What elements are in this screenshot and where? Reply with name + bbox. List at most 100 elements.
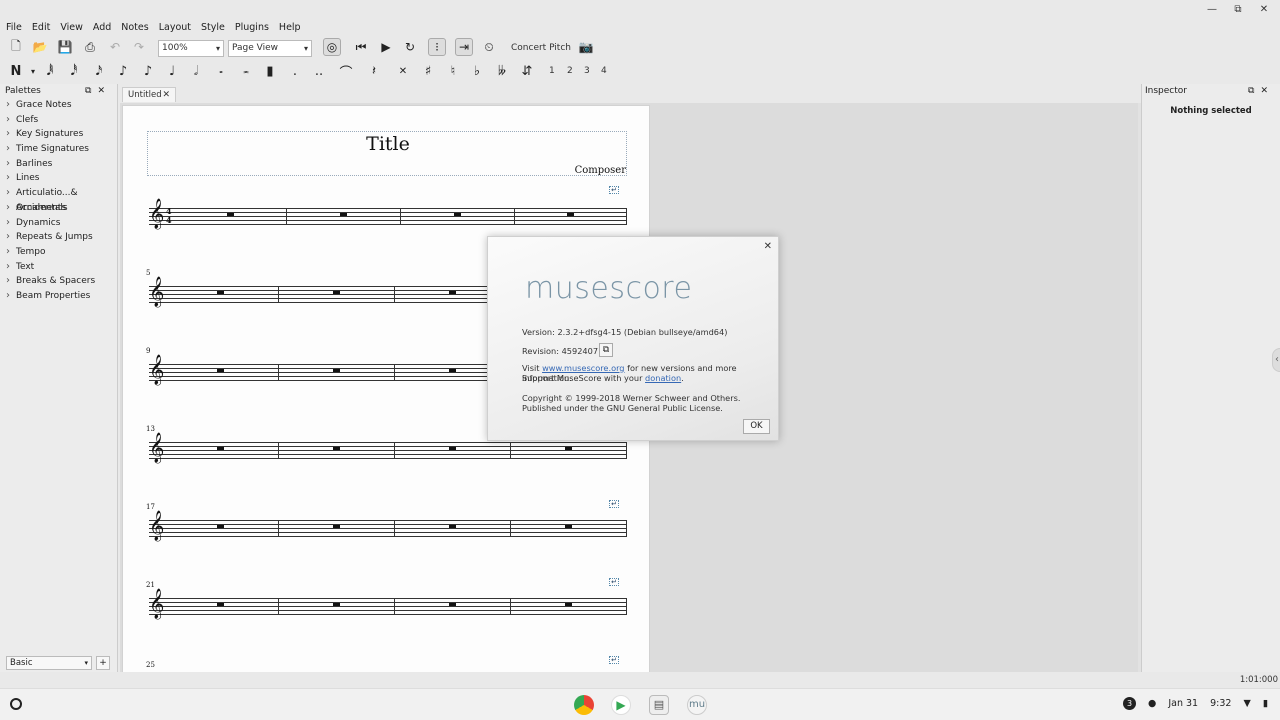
whole-rest[interactable]: [565, 447, 572, 450]
staff-system[interactable]: 21 𝄞: [146, 581, 627, 619]
copy-revision-icon[interactable]: ⧉: [599, 343, 613, 357]
palette-lines[interactable]: Lines: [0, 171, 117, 186]
whole-rest[interactable]: [217, 291, 224, 294]
whole-rest[interactable]: [217, 447, 224, 450]
workspace-select[interactable]: Basic ▾: [6, 656, 92, 670]
note-input-mode-icon[interactable]: N: [7, 62, 25, 80]
rest-icon[interactable]: 𝄽: [365, 62, 383, 80]
whole-rest[interactable]: [565, 603, 572, 606]
time-signature[interactable]: 44: [166, 207, 172, 225]
menu-file[interactable]: File: [6, 22, 22, 36]
whole-rest[interactable]: [449, 525, 456, 528]
tie-icon[interactable]: ⌒: [337, 62, 355, 81]
augmentation-dot-icon[interactable]: .: [286, 62, 304, 80]
palette-grace-notes[interactable]: Grace Notes: [0, 98, 117, 113]
image-capture-icon[interactable]: 📷: [577, 38, 595, 56]
title-frame[interactable]: Title Composer: [147, 131, 627, 176]
system-tray[interactable]: 3 ● Jan 31 9:32 ▼ ▮: [1123, 697, 1268, 710]
menu-view[interactable]: View: [60, 22, 83, 36]
palette-dynamics[interactable]: Dynamics: [0, 216, 117, 231]
rewind-icon[interactable]: ⏮: [352, 38, 370, 56]
line-break-icon[interactable]: ↵: [609, 500, 619, 508]
palette-tempo[interactable]: Tempo: [0, 245, 117, 260]
undo-icon[interactable]: ↶: [106, 38, 124, 56]
voice-3-button[interactable]: 3: [584, 66, 590, 76]
menu-edit[interactable]: Edit: [32, 22, 50, 36]
palette-text[interactable]: Text: [0, 260, 117, 275]
staff-system[interactable]: 𝄞 44: [149, 199, 627, 229]
chrome-app-icon[interactable]: [574, 695, 594, 715]
line-break-icon[interactable]: ↵: [609, 578, 619, 586]
whole-rest[interactable]: [567, 213, 574, 216]
palette-beam-properties[interactable]: Beam Properties: [0, 289, 117, 304]
whole-rest[interactable]: [217, 369, 224, 372]
concert-pitch-toggle[interactable]: Concert Pitch: [511, 43, 571, 53]
play-icon[interactable]: ▶: [377, 38, 395, 56]
whole-rest[interactable]: [449, 369, 456, 372]
files-app-icon[interactable]: ▤: [649, 695, 669, 715]
note-breve-icon[interactable]: 𝅜: [237, 62, 255, 80]
whole-rest[interactable]: [217, 525, 224, 528]
palette-articulations[interactable]: Articulatio...& Ornaments: [0, 186, 117, 213]
palette-barlines[interactable]: Barlines: [0, 157, 117, 172]
menu-add[interactable]: Add: [93, 22, 111, 36]
menu-notes[interactable]: Notes: [121, 22, 148, 36]
side-panel-handle-icon[interactable]: ‹: [1272, 348, 1280, 372]
panel-float-close-icons[interactable]: ⧉✕: [85, 84, 111, 98]
minimize-button[interactable]: —: [1206, 4, 1218, 15]
note-eighth-icon[interactable]: ♪: [114, 62, 132, 80]
sharp-icon[interactable]: ♯: [419, 62, 437, 80]
whole-rest[interactable]: [565, 525, 572, 528]
loop-icon[interactable]: ↻: [401, 38, 419, 56]
midi-input-icon[interactable]: ◎: [323, 38, 341, 56]
menu-layout[interactable]: Layout: [159, 22, 191, 36]
close-dialog-icon[interactable]: ✕: [764, 241, 772, 252]
maximize-button[interactable]: ⧉: [1232, 4, 1244, 15]
ok-button[interactable]: OK: [743, 419, 770, 434]
whole-rest[interactable]: [333, 447, 340, 450]
menu-help[interactable]: Help: [279, 22, 301, 36]
line-break-icon[interactable]: ↵: [609, 186, 619, 194]
score-title[interactable]: Title: [148, 133, 628, 155]
chevron-down-icon[interactable]: ▾: [24, 62, 42, 80]
whole-rest[interactable]: [449, 447, 456, 450]
close-window-button[interactable]: ✕: [1258, 4, 1270, 15]
musescore-website-link[interactable]: www.musescore.org: [542, 363, 624, 373]
donation-link[interactable]: donation: [645, 373, 681, 383]
metronome-icon[interactable]: ⏲: [480, 38, 498, 56]
whole-rest[interactable]: [333, 603, 340, 606]
whole-rest[interactable]: [454, 213, 461, 216]
palette-accidentals[interactable]: Accidentals: [0, 201, 117, 216]
add-workspace-button[interactable]: +: [96, 656, 110, 670]
zoom-select[interactable]: 100% ▾: [158, 40, 224, 57]
line-break-icon[interactable]: ↵: [609, 656, 619, 664]
note-quarter-alt-icon[interactable]: ♪: [139, 62, 157, 80]
notification-badge[interactable]: 3: [1123, 697, 1137, 710]
redo-icon[interactable]: ↷: [130, 38, 148, 56]
panel-float-close-icons[interactable]: ⧉✕: [1248, 84, 1274, 98]
musescore-app-icon[interactable]: mu: [687, 695, 707, 715]
print-icon[interactable]: ⎙: [81, 38, 99, 56]
double-sharp-icon[interactable]: ✕: [394, 62, 412, 80]
flat-icon[interactable]: ♭: [468, 62, 486, 80]
launcher-icon[interactable]: [10, 698, 22, 710]
note-16th-icon[interactable]: 𝅘𝅥𝅯: [90, 62, 108, 80]
whole-rest[interactable]: [449, 291, 456, 294]
note-quarter-icon[interactable]: ♩: [163, 62, 181, 80]
save-icon[interactable]: 💾: [56, 38, 74, 56]
play-store-app-icon[interactable]: ▶: [611, 695, 631, 715]
whole-rest[interactable]: [227, 213, 234, 216]
note-half-icon[interactable]: 𝅗𝅥: [187, 62, 205, 80]
whole-rest[interactable]: [333, 525, 340, 528]
palette-repeats-jumps[interactable]: Repeats & Jumps: [0, 230, 117, 245]
voice-4-button[interactable]: 4: [601, 66, 607, 76]
menu-style[interactable]: Style: [201, 22, 225, 36]
note-longa-icon[interactable]: ▮: [261, 62, 279, 80]
natural-icon[interactable]: ♮: [444, 62, 462, 80]
note-32nd-icon[interactable]: 𝅘𝅥𝅰: [65, 62, 83, 80]
close-tab-icon[interactable]: ✕: [162, 88, 170, 102]
palette-clefs[interactable]: Clefs: [0, 113, 117, 128]
palette-breaks-spacers[interactable]: Breaks & Spacers: [0, 274, 117, 289]
pan-score-icon[interactable]: ⇥: [455, 38, 473, 56]
palette-time-signatures[interactable]: Time Signatures: [0, 142, 117, 157]
